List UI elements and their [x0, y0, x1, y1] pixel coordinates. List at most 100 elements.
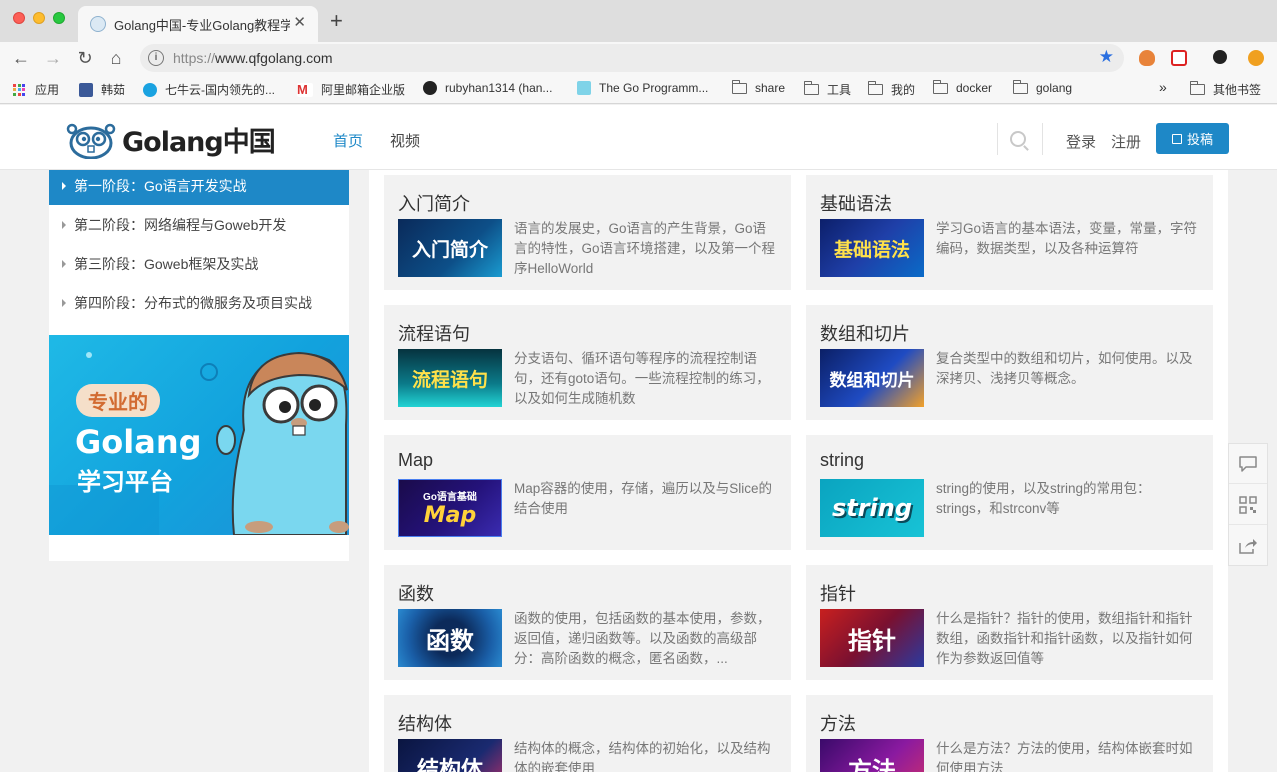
share-icon[interactable] — [1229, 526, 1267, 566]
header-divider — [997, 123, 998, 155]
card-title[interactable]: Map — [398, 450, 433, 471]
course-card[interactable]: 函数 函数 函数的使用，包括函数的基本使用，参数，返回值，递归函数等。以及函数的… — [384, 565, 791, 680]
home-icon[interactable]: ⌂ — [104, 45, 128, 71]
forward-arrow-icon[interactable]: → — [41, 45, 65, 71]
search-icon[interactable] — [1010, 131, 1026, 147]
card-thumbnail[interactable]: string — [820, 479, 924, 537]
folder-icon — [1189, 81, 1205, 95]
reload-icon[interactable]: ↻ — [73, 45, 97, 71]
nav-home[interactable]: 首页 — [333, 130, 363, 151]
card-title[interactable]: 函数 — [398, 580, 434, 606]
card-thumbnail[interactable]: 基础语法 — [820, 219, 924, 277]
bookmark-folder-other[interactable]: 其他书签 — [1189, 81, 1261, 98]
folder-icon — [803, 81, 819, 95]
close-window-button[interactable] — [13, 12, 25, 24]
card-title[interactable]: 指针 — [820, 580, 856, 606]
card-thumbnail[interactable]: 函数 — [398, 609, 502, 667]
site-logo[interactable]: Golang中国 — [66, 120, 276, 159]
caret-right-icon — [62, 299, 66, 307]
card-thumbnail[interactable]: Go语言基础 Map — [398, 479, 502, 537]
caret-right-icon — [62, 260, 66, 268]
card-title[interactable]: string — [820, 450, 864, 471]
course-card[interactable]: 指针 指针 什么是指针？指针的使用，数组指针和指针数组，函数指针和指针函数，以及… — [806, 565, 1213, 680]
facebook-icon — [79, 82, 93, 97]
floating-toolbar — [1228, 443, 1268, 566]
course-card[interactable]: 基础语法 基础语法 学习Go语言的基本语法，变量，常量，字符编码，数据类型，以及… — [806, 175, 1213, 290]
caret-right-icon — [62, 182, 66, 190]
card-thumbnail[interactable]: 方法 — [820, 739, 924, 772]
new-tab-button[interactable]: + — [330, 8, 343, 34]
card-thumbnail[interactable]: 入门简介 — [398, 219, 502, 277]
comment-icon[interactable] — [1229, 444, 1267, 484]
bookmark-folder-docker[interactable]: docker — [932, 79, 992, 95]
bookmark-github[interactable]: rubyhan1314 (han... — [423, 81, 552, 95]
bookmarks-bar: 应用 韩茹 七牛云-国内领先的... M 阿里邮箱企业版 rubyhan1314… — [0, 74, 1277, 104]
back-arrow-icon[interactable]: ← — [9, 45, 33, 71]
metamask-extension-icon[interactable] — [1139, 50, 1155, 66]
card-title[interactable]: 结构体 — [398, 710, 452, 736]
logo-text: Golang中国 — [122, 127, 276, 158]
gopher-icon — [577, 81, 591, 95]
card-title[interactable]: 基础语法 — [820, 190, 892, 216]
card-thumbnail[interactable]: 流程语句 — [398, 349, 502, 407]
bookmark-qiniu[interactable]: 七牛云-国内领先的... — [143, 81, 275, 98]
card-title[interactable]: 入门简介 — [398, 190, 470, 216]
card-thumbnail[interactable]: 数组和切片 — [820, 349, 924, 407]
login-link[interactable]: 登录 — [1066, 131, 1096, 152]
card-thumbnail[interactable]: 指针 — [820, 609, 924, 667]
bookmark-go-programming[interactable]: The Go Programm... — [577, 81, 708, 95]
minimize-window-button[interactable] — [33, 12, 45, 24]
bookmark-folder-golang[interactable]: golang — [1012, 79, 1072, 95]
site-info-icon[interactable]: i — [148, 50, 164, 66]
card-title[interactable]: 流程语句 — [398, 320, 470, 346]
github-icon — [423, 81, 437, 95]
site-favicon-icon — [90, 16, 106, 32]
course-card[interactable]: 流程语句 流程语句 分支语句、循环语句等程序的流程控制语句，还有goto语句。一… — [384, 305, 791, 420]
register-link[interactable]: 注册 — [1111, 131, 1141, 152]
sidebar-item-stage-1[interactable]: 第一阶段：Go语言开发实战 — [49, 170, 349, 205]
caret-right-icon — [62, 221, 66, 229]
qr-code-icon[interactable] — [1229, 485, 1267, 525]
card-description: 结构体的概念，结构体的初始化，以及结构体的嵌套使用 — [514, 741, 771, 772]
bookmark-folder-share[interactable]: share — [731, 79, 785, 95]
card-title[interactable]: 数组和切片 — [820, 320, 910, 346]
card-title[interactable]: 方法 — [820, 710, 856, 736]
card-description: string的使用，以及string的常用包：strings，和strconv等 — [936, 481, 1151, 516]
more-bookmarks-button[interactable]: » — [1159, 79, 1167, 95]
notification-icon[interactable] — [1248, 50, 1264, 66]
browser-tab[interactable]: Golang中国-专业Golang教程学 ✕ — [78, 6, 318, 42]
bookmark-facebook[interactable]: 韩茹 — [79, 81, 125, 98]
course-card[interactable]: 结构体 结构体 结构体的概念，结构体的初始化，以及结构体的嵌套使用 — [384, 695, 791, 772]
course-card[interactable]: 入门简介 入门简介 语言的发展史，Go语言的产生背景，Go语言的特性，Go语言环… — [384, 175, 791, 290]
sidebar-item-stage-2[interactable]: 第二阶段：网络编程与Goweb开发 — [49, 209, 349, 244]
gopher-logo-icon — [66, 123, 116, 159]
sidebar-item-stage-3[interactable]: 第三阶段：Goweb框架及实战 — [49, 248, 349, 283]
course-card[interactable]: 方法 方法 什么是方法？方法的使用，结构体嵌套时如何使用方法 — [806, 695, 1213, 772]
extension-icon[interactable] — [1213, 50, 1227, 64]
card-thumbnail[interactable]: 结构体 — [398, 739, 502, 772]
course-card[interactable]: 数组和切片 数组和切片 复合类型中的数组和切片，如何使用。以及深拷贝、浅拷贝等概… — [806, 305, 1213, 420]
bookmark-folder-mine[interactable]: 我的 — [867, 81, 915, 98]
bookmark-aliyun-mail[interactable]: M 阿里邮箱企业版 — [297, 81, 405, 98]
banner-title: Golang — [75, 423, 202, 461]
card-description: 复合类型中的数组和切片，如何使用。以及深拷贝、浅拷贝等概念。 — [936, 351, 1193, 386]
promo-banner[interactable]: 专业的 Golang 学习平台 — [49, 335, 349, 535]
browser-toolbar: ← → ↻ ⌂ i https://www.qfgolang.com ★ — [0, 42, 1277, 74]
sidebar-item-stage-4[interactable]: 第四阶段：分布式的微服务及项目实战 — [49, 287, 349, 322]
course-card[interactable]: string string string的使用，以及string的常用包：str… — [806, 435, 1213, 550]
fe-extension-icon[interactable] — [1171, 50, 1187, 66]
bookmark-folder-tools[interactable]: 工具 — [803, 81, 851, 98]
folder-icon — [1012, 79, 1028, 94]
post-article-button[interactable]: 投稿 — [1156, 123, 1229, 154]
card-description: 什么是指针？指针的使用，数组指针和指针数组，函数指针和指针函数，以及指针如何作为… — [936, 611, 1193, 666]
tab-close-icon[interactable]: ✕ — [293, 13, 306, 31]
bookmark-star-icon[interactable]: ★ — [1099, 47, 1114, 67]
card-description: 语言的发展史，Go语言的产生背景，Go语言的特性，Go语言环境搭建，以及第一个程… — [514, 221, 776, 276]
url-text[interactable]: https://www.qfgolang.com — [173, 50, 333, 66]
edit-icon — [1171, 133, 1182, 144]
zoom-window-button[interactable] — [53, 12, 65, 24]
nav-videos[interactable]: 视频 — [390, 130, 420, 151]
course-card[interactable]: Map Go语言基础 Map Map容器的使用，存储，遍历以及与Slice的结合… — [384, 435, 791, 550]
address-bar[interactable]: i https://www.qfgolang.com ★ — [140, 44, 1124, 72]
bookmark-apps[interactable]: 应用 — [13, 81, 59, 98]
